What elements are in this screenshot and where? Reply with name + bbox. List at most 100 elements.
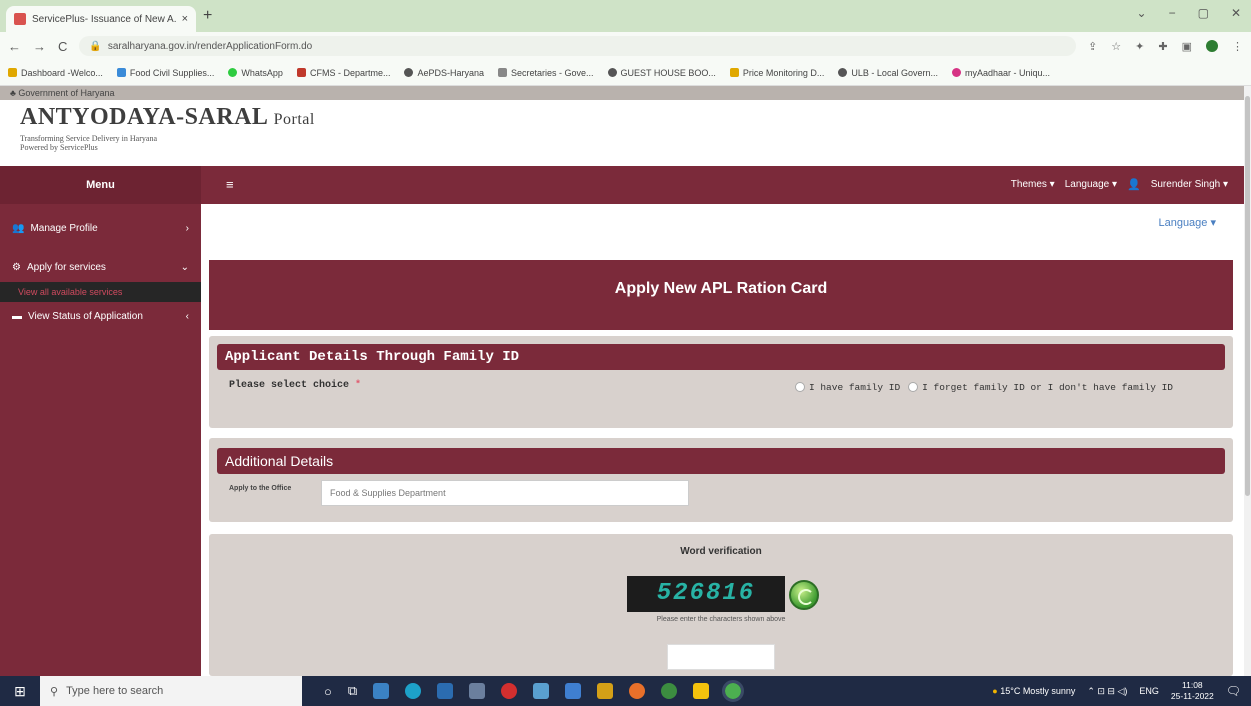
sidepanel-icon[interactable]: ▣ <box>1182 40 1192 53</box>
sidebar-item-apply-services[interactable]: ⚙ Apply for services ⌄ <box>0 252 201 282</box>
bookmark-icon <box>404 68 414 77</box>
browser-tab-bar: ServicePlus- Issuance of New A... × + ⌄ … <box>0 0 1251 32</box>
extension-icon[interactable]: ✦ <box>1135 40 1144 53</box>
bookmark-icon <box>8 68 17 77</box>
bookmark-icon <box>498 68 507 77</box>
bookmark-item[interactable]: WhatsApp <box>228 68 283 78</box>
government-strip: ♣ Government of Haryana <box>0 86 1244 100</box>
app-icon[interactable] <box>373 683 390 699</box>
tab-close-icon[interactable]: × <box>182 13 188 25</box>
extension-icons: ⇪ ☆ ✦ ✚ ▣ ⋮ <box>1088 40 1243 53</box>
choice-label: Please select choice * <box>229 380 362 391</box>
minimize-button[interactable]: − <box>1169 6 1176 20</box>
window-controls: ⌄ − ▢ ✕ <box>1137 6 1241 20</box>
app-icon[interactable] <box>565 683 582 699</box>
portal-subtitle: Transforming Service Delivery in Haryana <box>20 134 157 143</box>
sun-icon: ● <box>992 686 998 696</box>
windows-start-icon[interactable]: ⊞ <box>0 683 40 700</box>
taskbar-search[interactable]: ⚲ Type here to search <box>40 676 302 706</box>
user-menu[interactable]: Surender Singh ▾ <box>1151 179 1228 190</box>
bookmark-item[interactable]: Dashboard -Welco... <box>8 68 103 78</box>
scrollbar-thumb[interactable] <box>1245 96 1250 496</box>
captcha-input[interactable] <box>667 644 775 670</box>
sidebar-subitem-view-services[interactable]: View all available services <box>0 282 201 302</box>
word-verification-panel: Word verification 526816 Please enter th… <box>209 534 1233 676</box>
clock[interactable]: 11:08 25-11-2022 <box>1171 680 1214 702</box>
edge-icon[interactable] <box>405 683 422 699</box>
main-content: Language ▾ Apply New APL Ration Card App… <box>201 204 1244 676</box>
store-icon[interactable] <box>437 683 454 699</box>
kebab-menu-icon[interactable]: ⋮ <box>1232 40 1243 53</box>
bookmark-icon <box>607 68 617 77</box>
language-dropdown[interactable]: Language ▾ <box>1065 179 1117 190</box>
input-language[interactable]: ENG <box>1139 686 1159 696</box>
search-icon: ⚲ <box>50 685 59 698</box>
url-field[interactable]: 🔒 saralharyana.gov.in/renderApplicationF… <box>79 36 1077 56</box>
bookmark-item[interactable]: Secretaries - Gove... <box>498 68 594 78</box>
office-label: Apply to the Office <box>229 485 292 492</box>
bookmark-icon <box>296 68 306 77</box>
address-bar-row: ← → C 🔒 saralharyana.gov.in/renderApplic… <box>0 32 1251 60</box>
radio-have-family-id[interactable]: I have family ID <box>794 382 900 393</box>
user-avatar-icon: 👤 <box>1127 179 1141 191</box>
sidebar-item-manage-profile[interactable]: 👥 Manage Profile › <box>0 204 201 252</box>
bookmark-item[interactable]: Food Civil Supplies... <box>116 68 214 78</box>
app-icon[interactable] <box>533 683 550 699</box>
page-scrollbar[interactable] <box>1244 86 1251 676</box>
profile-avatar[interactable] <box>1206 40 1218 52</box>
tab-search-icon[interactable]: ⌄ <box>1137 6 1147 20</box>
portal-title: ANTYODAYA-SARAL Portal <box>20 104 315 130</box>
close-window-button[interactable]: ✕ <box>1231 6 1241 20</box>
pinned-apps: ○ ⧉ <box>302 680 745 702</box>
bookmark-item[interactable]: ULB - Local Govern... <box>838 68 938 78</box>
notification-icon[interactable]: 🗨 <box>1226 684 1241 698</box>
share-icon[interactable]: ⇪ <box>1088 40 1097 53</box>
maximize-button[interactable]: ▢ <box>1198 6 1209 20</box>
captcha-image: 526816 <box>627 576 785 612</box>
menu-heading: Menu <box>0 166 201 204</box>
sidebar: 👥 Manage Profile › ⚙ Apply for services … <box>0 204 201 676</box>
back-icon[interactable]: ← <box>8 39 21 54</box>
puzzle-icon[interactable]: ✚ <box>1158 40 1167 53</box>
new-tab-button[interactable]: + <box>203 7 212 25</box>
weather-widget[interactable]: ● 15°C Mostly sunny <box>992 686 1075 696</box>
bookmark-icon <box>838 68 848 77</box>
verification-title: Word verification <box>680 546 762 557</box>
tray-icons[interactable]: ⌃ ⊡ ⊟ ◁) <box>1087 686 1127 697</box>
chevron-down-icon: ⌄ <box>180 261 189 273</box>
task-view-icon[interactable]: ⧉ <box>348 683 357 699</box>
radio-button[interactable] <box>908 382 919 393</box>
cortana-icon[interactable]: ○ <box>324 684 332 699</box>
refresh-captcha-icon[interactable] <box>789 580 819 610</box>
content-language-dropdown[interactable]: Language ▾ <box>1158 216 1216 229</box>
bookmark-item[interactable]: GUEST HOUSE BOO... <box>607 68 716 78</box>
radio-button[interactable] <box>794 382 805 393</box>
bookmark-icon <box>228 68 238 77</box>
forward-icon[interactable]: → <box>33 39 46 54</box>
chrome-active-icon[interactable] <box>722 680 745 702</box>
office-field[interactable]: Food & Supplies Department <box>321 480 689 506</box>
bookmark-icon <box>729 68 739 77</box>
chrome-icon[interactable] <box>661 683 678 699</box>
reload-icon[interactable]: C <box>58 39 67 54</box>
bookmark-item[interactable]: CFMS - Departme... <box>296 68 390 78</box>
hamburger-menu-icon[interactable]: ≡ <box>226 177 234 192</box>
sticky-notes-icon[interactable] <box>693 683 710 699</box>
sidebar-item-view-status[interactable]: ▬ View Status of Application ‹ <box>0 302 201 330</box>
bookmark-star-icon[interactable]: ☆ <box>1111 40 1121 53</box>
app-icon[interactable] <box>597 683 614 699</box>
bookmark-item[interactable]: AePDS-Haryana <box>404 68 484 78</box>
firefox-icon[interactable] <box>629 683 646 699</box>
app-icon[interactable] <box>469 683 486 699</box>
system-tray: ● 15°C Mostly sunny ⌃ ⊡ ⊟ ◁) ENG 11:08 2… <box>992 680 1251 702</box>
opera-icon[interactable] <box>501 683 518 699</box>
bookmark-icon <box>116 68 126 77</box>
bookmark-item[interactable]: Price Monitoring D... <box>729 68 824 78</box>
portal-header: ANTYODAYA-SARAL Portal Transforming Serv… <box>0 100 1244 166</box>
government-label: Government of Haryana <box>18 88 115 98</box>
browser-tab[interactable]: ServicePlus- Issuance of New A... × <box>6 6 196 32</box>
users-icon: 👥 <box>12 222 25 234</box>
bookmark-item[interactable]: myAadhaar - Uniqu... <box>951 68 1050 78</box>
themes-dropdown[interactable]: Themes ▾ <box>1011 179 1055 190</box>
radio-no-family-id[interactable]: I forget family ID or I don't have famil… <box>908 382 1173 393</box>
